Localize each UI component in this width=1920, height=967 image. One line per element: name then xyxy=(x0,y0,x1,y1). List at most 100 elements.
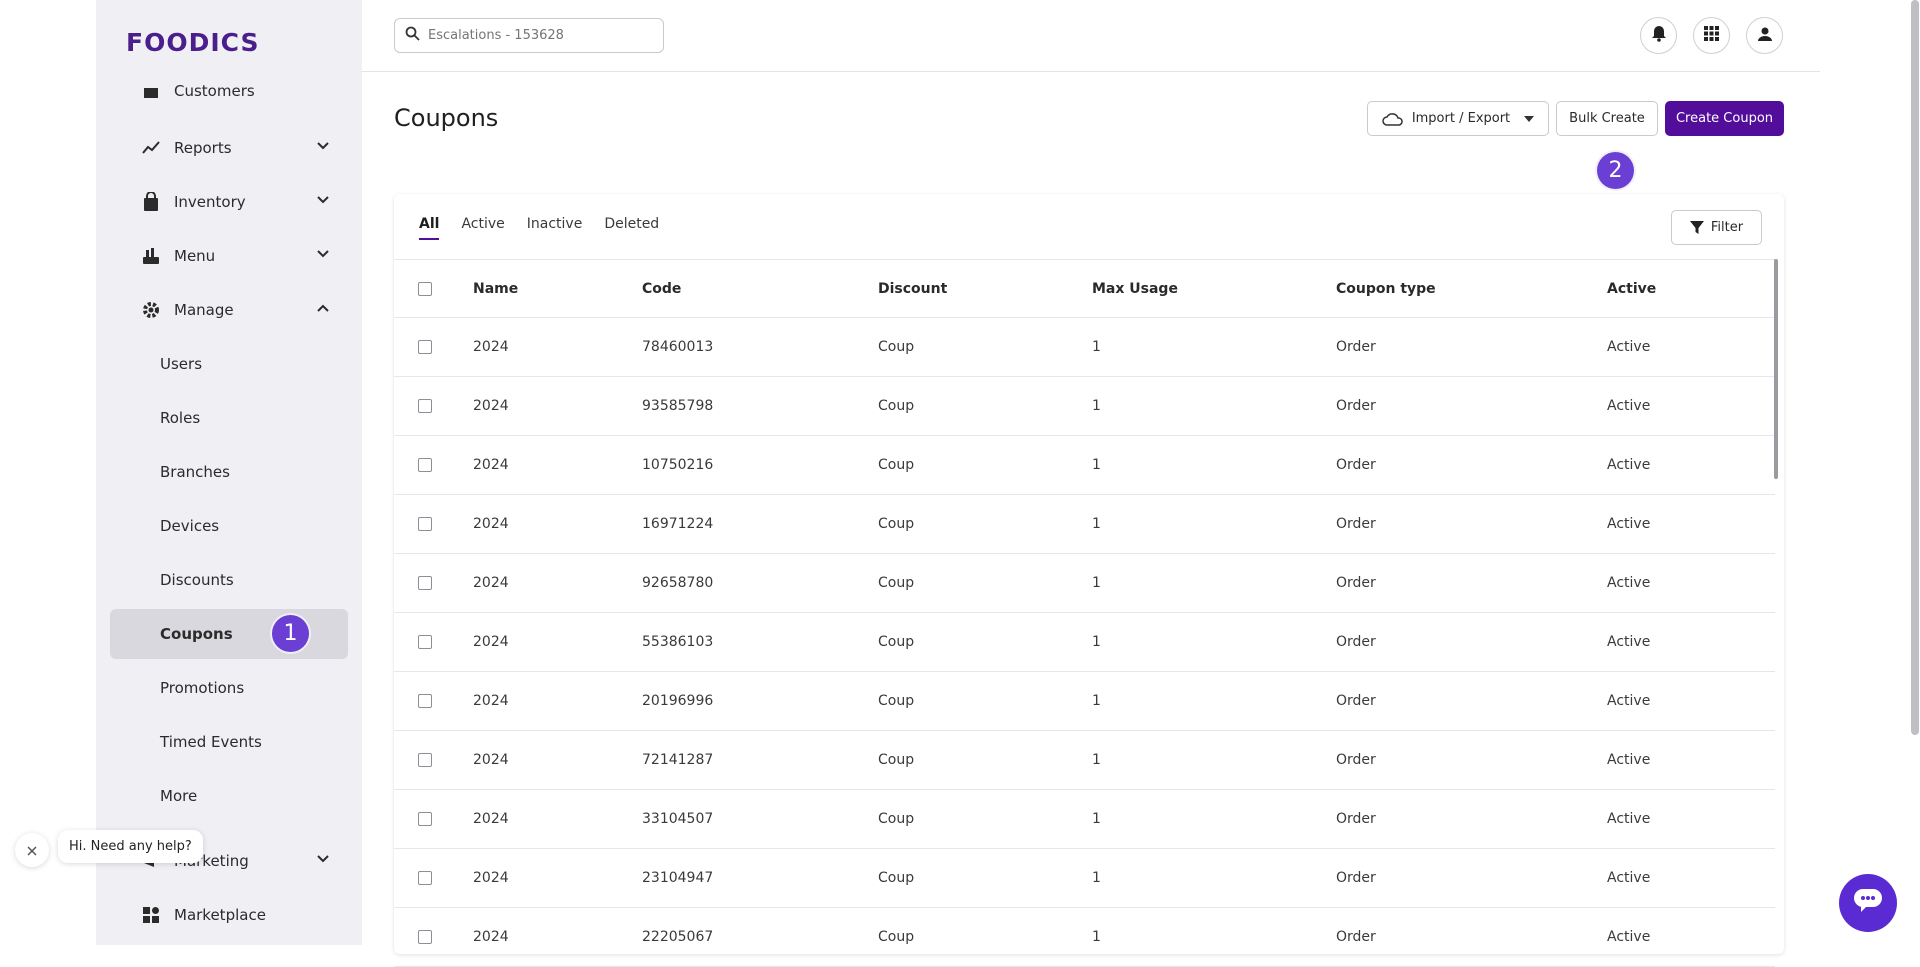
sidebar-item-label: Roles xyxy=(160,409,201,427)
foodics-logo[interactable]: FOODICS xyxy=(126,28,259,57)
sidebar-item-marketplace[interactable]: Marketplace xyxy=(110,890,348,940)
sidebar-item-timed-events[interactable]: Timed Events xyxy=(110,717,348,767)
sidebar-item-manage[interactable]: Manage xyxy=(110,285,348,335)
profile-button[interactable] xyxy=(1746,17,1783,54)
column-header-code[interactable]: Code xyxy=(642,260,681,317)
chevron-up-icon xyxy=(316,301,330,319)
table-row[interactable]: 2024 78460013 Coup 1 Order Active xyxy=(394,318,1775,377)
coupon-discount: Coup xyxy=(878,516,915,532)
table-row[interactable]: 2024 22205067 Coup 1 Order Active xyxy=(394,908,1775,967)
row-checkbox[interactable] xyxy=(418,318,432,376)
apps-grid-button[interactable] xyxy=(1693,17,1730,54)
coupon-code: 93585798 xyxy=(642,398,714,414)
coupon-status: Active xyxy=(1607,752,1651,768)
sidebar-item-customers[interactable]: Customers xyxy=(110,70,348,116)
coupon-discount: Coup xyxy=(878,929,915,945)
sidebar-item-menu[interactable]: Menu xyxy=(110,231,348,281)
funnel-icon xyxy=(1689,220,1704,235)
coupon-type: Order xyxy=(1336,752,1376,768)
sidebar-item-label: Timed Events xyxy=(160,733,262,751)
row-checkbox[interactable] xyxy=(418,790,432,848)
coupon-discount: Coup xyxy=(878,457,915,473)
sidebar-item-label: Coupons xyxy=(160,625,233,643)
coupon-discount: Coup xyxy=(878,339,915,355)
coupon-type: Order xyxy=(1336,870,1376,886)
coupon-type: Order xyxy=(1336,575,1376,591)
table-row[interactable]: 2024 20196996 Coup 1 Order Active xyxy=(394,672,1775,731)
bulk-create-button[interactable]: Bulk Create xyxy=(1556,101,1658,136)
select-all-checkbox[interactable] xyxy=(418,260,432,317)
row-checkbox[interactable] xyxy=(418,731,432,789)
sidebar-item-users[interactable]: Users xyxy=(110,339,348,389)
sidebar-item-discounts[interactable]: Discounts xyxy=(110,555,348,605)
coupon-code: 23104947 xyxy=(642,870,714,886)
row-checkbox[interactable] xyxy=(418,377,432,435)
filter-label: Filter xyxy=(1710,220,1744,235)
table-row[interactable]: 2024 92658780 Coup 1 Order Active xyxy=(394,554,1775,613)
search-input[interactable] xyxy=(426,27,650,44)
sidebar-item-inventory[interactable]: Inventory xyxy=(110,177,348,227)
import-export-button[interactable]: Import / Export xyxy=(1367,101,1549,136)
row-checkbox[interactable] xyxy=(418,908,432,966)
row-checkbox[interactable] xyxy=(418,672,432,730)
chat-close-button[interactable] xyxy=(15,833,49,867)
column-header-discount[interactable]: Discount xyxy=(878,260,947,317)
sidebar-item-coupons[interactable]: Coupons xyxy=(110,609,348,659)
column-header-active[interactable]: Active xyxy=(1607,260,1656,317)
table-row[interactable]: 2024 10750216 Coup 1 Order Active xyxy=(394,436,1775,495)
sidebar-item-branches[interactable]: Branches xyxy=(110,447,348,497)
coupon-name: 2024 xyxy=(473,811,509,827)
sidebar-item-more[interactable]: More xyxy=(110,771,348,821)
user-icon xyxy=(1757,26,1773,46)
coupon-name: 2024 xyxy=(473,398,509,414)
table-row[interactable]: 2024 93585798 Coup 1 Order Active xyxy=(394,377,1775,436)
sidebar: FOODICS Customers Reports Inventory Menu xyxy=(96,0,362,945)
column-header-coupon-type[interactable]: Coupon type xyxy=(1336,260,1436,317)
tab-deleted[interactable]: Deleted xyxy=(604,216,659,240)
row-checkbox[interactable] xyxy=(418,613,432,671)
coupon-name: 2024 xyxy=(473,870,509,886)
sidebar-item-devices[interactable]: Devices xyxy=(110,501,348,551)
sidebar-item-label: Discounts xyxy=(160,571,234,589)
filter-button[interactable]: Filter xyxy=(1671,210,1762,245)
chart-line-icon xyxy=(140,137,162,159)
coupon-type: Order xyxy=(1336,516,1376,532)
tab-all[interactable]: All xyxy=(419,216,440,240)
table-row[interactable]: 2024 55386103 Coup 1 Order Active xyxy=(394,613,1775,672)
row-checkbox[interactable] xyxy=(418,554,432,612)
chat-launcher-button[interactable] xyxy=(1839,874,1897,932)
coupon-max-usage: 1 xyxy=(1092,870,1101,886)
step-badge: 1 xyxy=(272,615,309,652)
table-row[interactable]: 2024 33104507 Coup 1 Order Active xyxy=(394,790,1775,849)
row-checkbox[interactable] xyxy=(418,849,432,907)
search-box[interactable] xyxy=(394,18,664,53)
table-scrollbar[interactable] xyxy=(1774,259,1778,479)
chat-greeting[interactable]: Hi. Need any help? xyxy=(58,830,203,863)
coupon-name: 2024 xyxy=(473,516,509,532)
coupon-max-usage: 1 xyxy=(1092,929,1101,945)
tab-active[interactable]: Active xyxy=(461,216,504,240)
sidebar-item-roles[interactable]: Roles xyxy=(110,393,348,443)
table-row[interactable]: 2024 23104947 Coup 1 Order Active xyxy=(394,849,1775,908)
sidebar-item-label: Branches xyxy=(160,463,230,481)
search-icon xyxy=(405,26,420,45)
coupon-code: 92658780 xyxy=(642,575,714,591)
table-row[interactable]: 2024 16971224 Coup 1 Order Active xyxy=(394,495,1775,554)
create-coupon-button[interactable]: Create Coupon xyxy=(1665,101,1784,136)
column-header-max-usage[interactable]: Max Usage xyxy=(1092,260,1178,317)
row-checkbox[interactable] xyxy=(418,436,432,494)
coupon-discount: Coup xyxy=(878,870,915,886)
coupon-status: Active xyxy=(1607,634,1651,650)
sidebar-item-promotions[interactable]: Promotions xyxy=(110,663,348,713)
sidebar-item-reports[interactable]: Reports xyxy=(110,123,348,173)
column-header-name[interactable]: Name xyxy=(473,260,518,317)
coupon-code: 72141287 xyxy=(642,752,714,768)
sidebar-item-label: Devices xyxy=(160,517,220,535)
row-checkbox[interactable] xyxy=(418,495,432,553)
page-scrollbar[interactable] xyxy=(1911,0,1919,735)
notifications-button[interactable] xyxy=(1640,17,1677,54)
tab-inactive[interactable]: Inactive xyxy=(527,216,583,240)
chevron-down-icon xyxy=(316,139,330,157)
coupon-type: Order xyxy=(1336,929,1376,945)
table-row[interactable]: 2024 72141287 Coup 1 Order Active xyxy=(394,731,1775,790)
